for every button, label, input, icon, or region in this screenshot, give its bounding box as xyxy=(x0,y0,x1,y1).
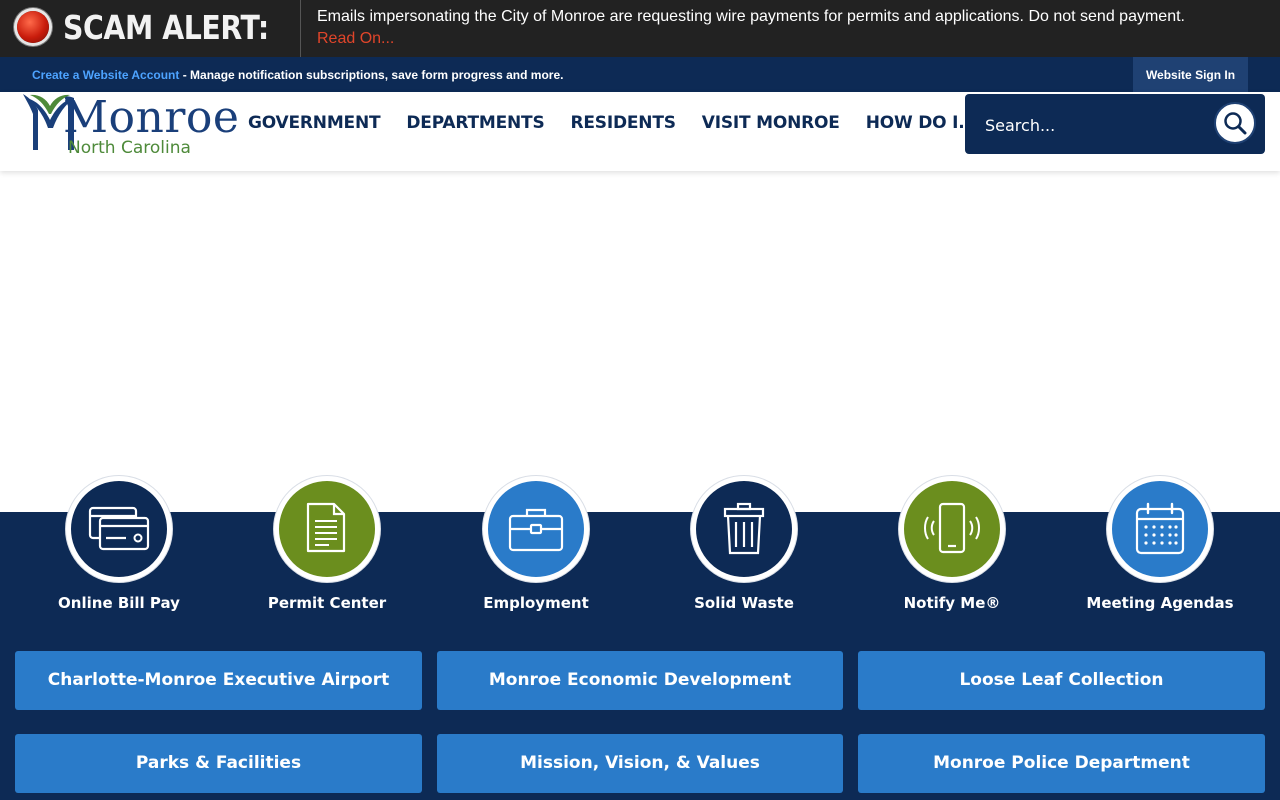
tile-mission-vision-values[interactable]: Mission, Vision, & Values xyxy=(437,734,843,793)
alert-label-area: SCAM ALERT: xyxy=(0,0,301,57)
nav-departments[interactable]: DEPARTMENTS xyxy=(406,113,544,133)
quick-link-permit-center[interactable]: Permit Center xyxy=(222,476,432,616)
calendar-icon xyxy=(1135,502,1185,555)
city-logo[interactable]: Monroe North Carolina xyxy=(20,92,239,164)
search-button[interactable] xyxy=(1214,102,1256,144)
quick-link-label: Permit Center xyxy=(267,594,387,612)
alert-message: Emails impersonating the City of Monroe … xyxy=(317,8,1185,25)
phone-notification-icon xyxy=(924,502,980,554)
briefcase-icon xyxy=(508,508,564,552)
quick-link-label: Online Bill Pay xyxy=(58,594,180,612)
scam-alert-bar: SCAM ALERT: Emails impersonating the Cit… xyxy=(0,0,1280,57)
logo-subtitle: North Carolina xyxy=(68,138,191,158)
search-input[interactable] xyxy=(983,112,1177,138)
quick-links-section: Online Bill Pay Permit Center Employment… xyxy=(0,476,1280,800)
tile-charlotte-monroe-executive-airport[interactable]: Charlotte-Monroe Executive Airport xyxy=(15,651,422,710)
quick-link-label: Solid Waste xyxy=(694,594,794,612)
quick-link-solid-waste[interactable]: Solid Waste xyxy=(639,476,849,616)
tile-parks-facilities[interactable]: Parks & Facilities xyxy=(15,734,422,793)
account-description: - Manage notification subscriptions, sav… xyxy=(179,68,564,82)
quick-link-label: Meeting Agendas xyxy=(1086,594,1234,612)
quick-link-label: Employment xyxy=(483,594,589,612)
quick-link-circle xyxy=(483,476,589,582)
tile-monroe-police-department[interactable]: Monroe Police Department xyxy=(858,734,1265,793)
trash-can-icon xyxy=(723,502,765,555)
main-nav: GOVERNMENT DEPARTMENTS RESIDENTS VISIT M… xyxy=(248,92,1003,154)
quick-link-employment[interactable]: Employment xyxy=(431,476,641,616)
logo-name: Monroe xyxy=(63,92,240,143)
nav-residents[interactable]: RESIDENTS xyxy=(571,113,676,133)
site-header: Monroe North Carolina GOVERNMENT DEPARTM… xyxy=(0,92,1280,171)
tile-loose-leaf-collection[interactable]: Loose Leaf Collection xyxy=(858,651,1265,710)
nav-visit-monroe[interactable]: VISIT MONROE xyxy=(702,113,840,133)
quick-link-notify-me[interactable]: Notify Me® xyxy=(847,476,1057,616)
account-info: Create a Website Account - Manage notifi… xyxy=(32,68,563,82)
quick-link-online-bill-pay[interactable]: Online Bill Pay xyxy=(14,476,224,616)
document-icon xyxy=(306,502,346,553)
search-icon xyxy=(1224,112,1247,135)
search-box xyxy=(965,94,1265,154)
hero-banner xyxy=(0,171,1280,512)
quick-link-circle xyxy=(1107,476,1213,582)
nav-how-do-i[interactable]: HOW DO I... xyxy=(866,113,978,133)
nav-government[interactable]: GOVERNMENT xyxy=(248,113,381,133)
alert-title: SCAM ALERT: xyxy=(63,8,269,47)
quick-link-circle xyxy=(274,476,380,582)
alert-light-icon xyxy=(17,11,49,43)
quick-link-circle xyxy=(66,476,172,582)
quick-link-circle xyxy=(691,476,797,582)
sign-in-button[interactable]: Website Sign In xyxy=(1133,57,1248,92)
credit-card-icon xyxy=(88,506,150,551)
quick-link-label: Notify Me® xyxy=(903,594,1001,612)
quick-link-circle xyxy=(899,476,1005,582)
create-account-link[interactable]: Create a Website Account xyxy=(32,68,179,82)
alert-read-on-link[interactable]: Read On... xyxy=(317,30,394,48)
tile-monroe-economic-development[interactable]: Monroe Economic Development xyxy=(437,651,843,710)
quick-link-meeting-agendas[interactable]: Meeting Agendas xyxy=(1055,476,1265,616)
account-bar: Create a Website Account - Manage notifi… xyxy=(0,57,1280,92)
